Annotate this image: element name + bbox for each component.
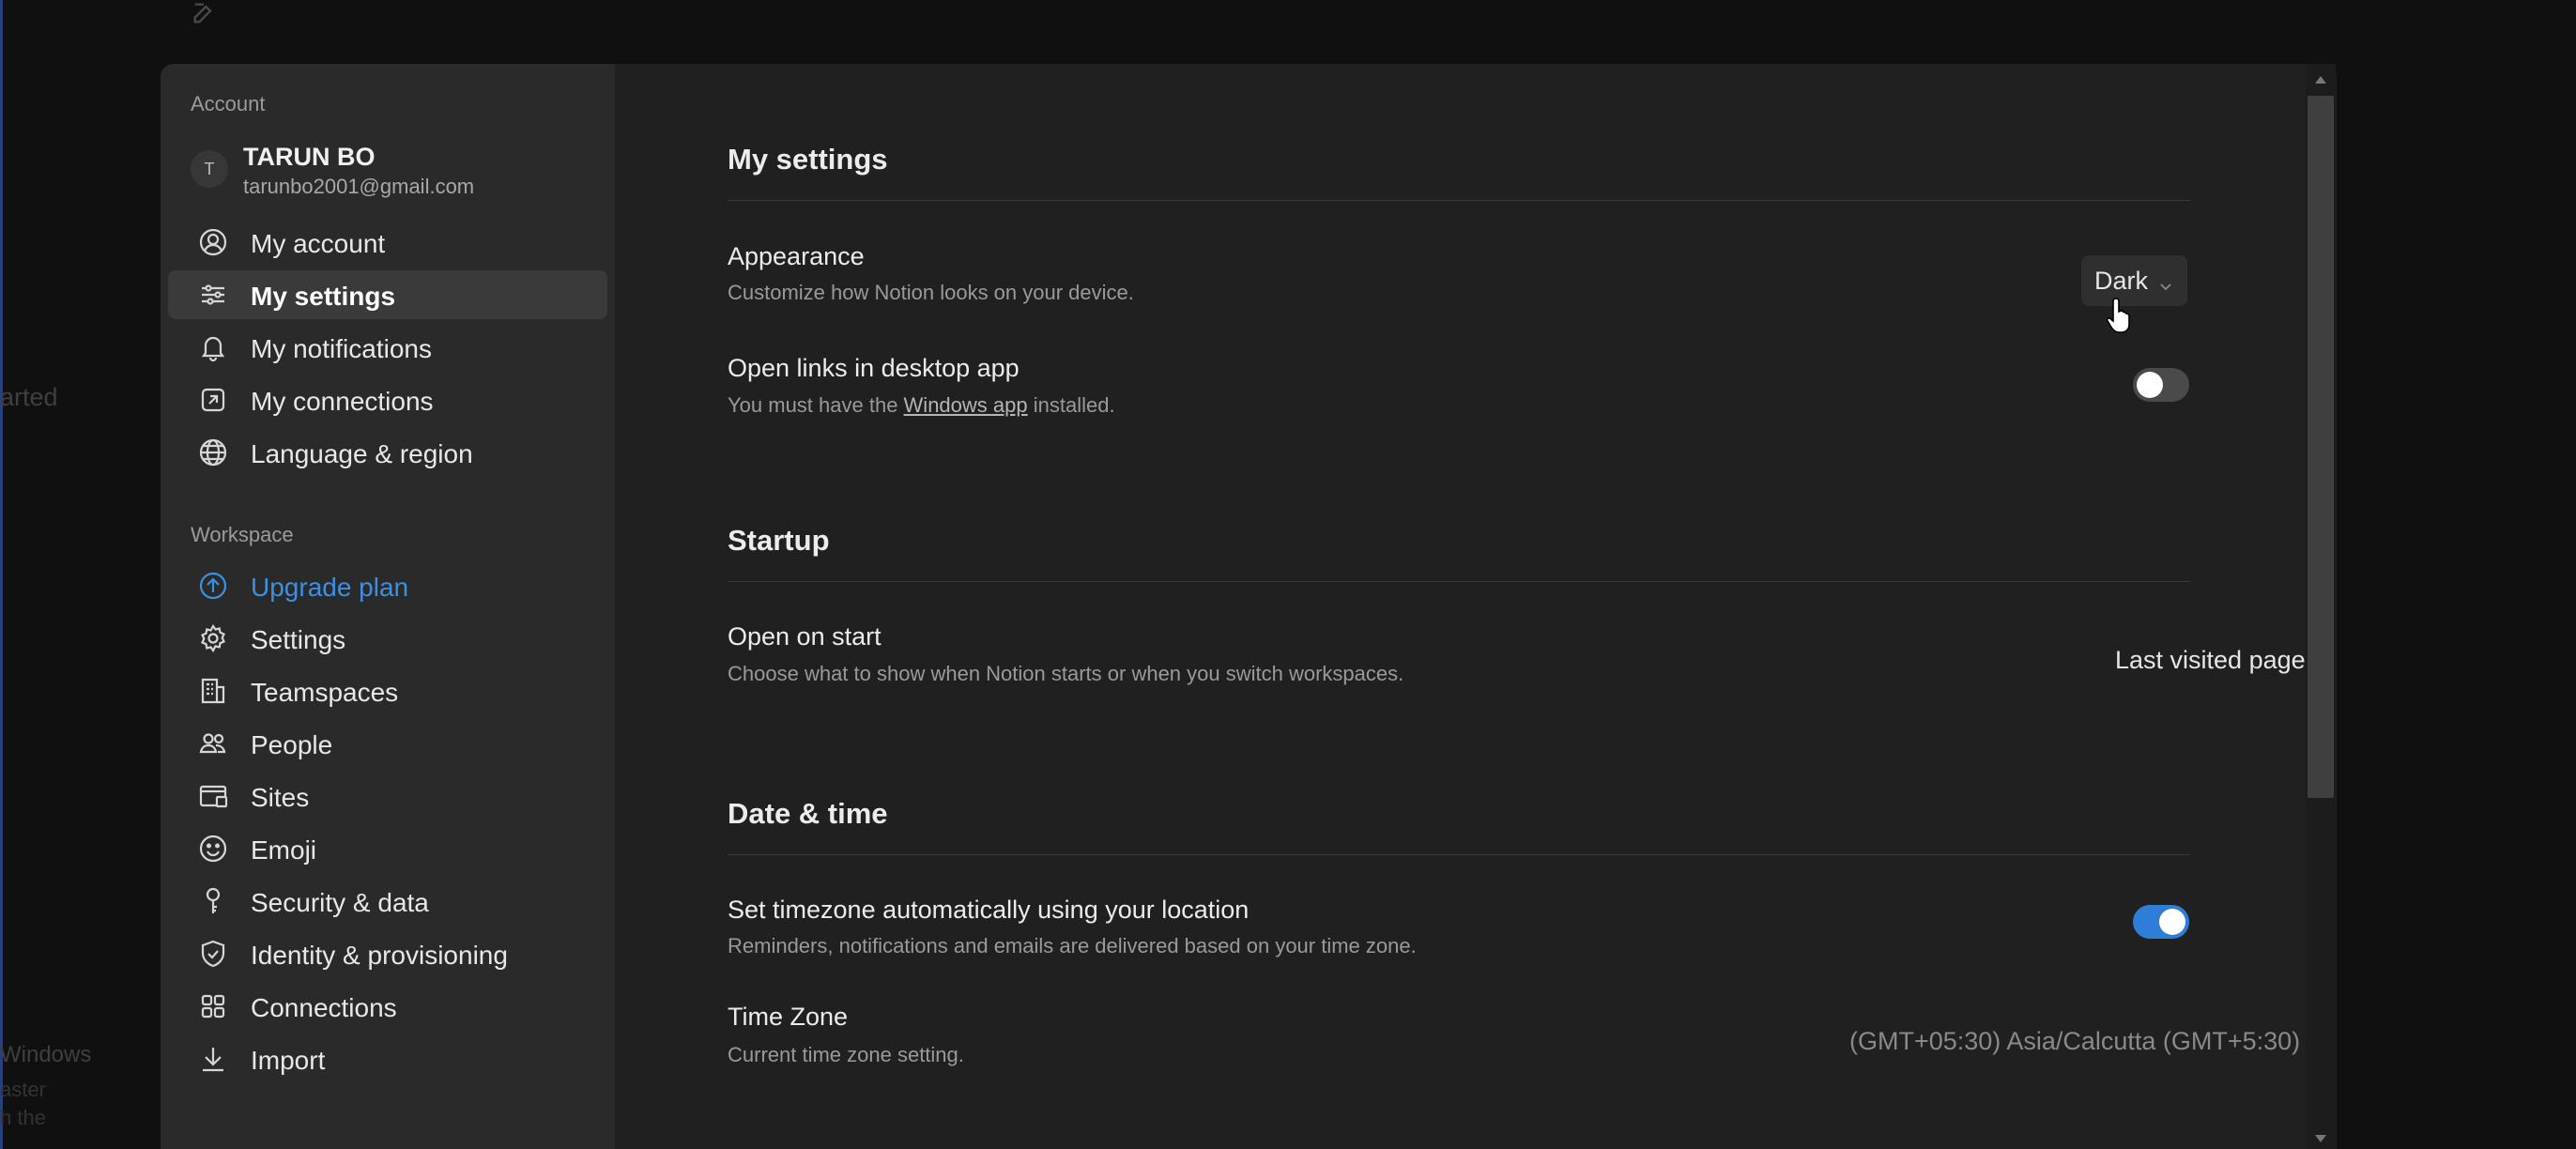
appearance-title: Appearance: [728, 242, 865, 270]
open-on-start-description: Choose what to show when Notion starts o…: [728, 662, 1404, 685]
new-page-icon[interactable]: [188, 0, 220, 26]
scrollbar[interactable]: [2306, 64, 2336, 1149]
sidebar-item-label: My connections: [251, 387, 434, 416]
sidebar-item-label: Upgrade plan: [251, 573, 409, 602]
external-link-icon: [198, 385, 228, 415]
divider: [728, 581, 2190, 582]
sidebar-item-label: Import: [251, 1046, 326, 1075]
sidebar-item-language-region[interactable]: Language & region: [168, 428, 607, 477]
section-title-my-settings: My settings: [728, 143, 888, 176]
key-icon: [198, 886, 228, 916]
open-on-start-value: Last visited page: [2115, 646, 2306, 674]
sidebar-item-label: Connections: [251, 993, 397, 1022]
background-text: h the: [0, 1106, 46, 1129]
sidebar-item-label: People: [251, 730, 333, 759]
sidebar-item-label: Emoji: [251, 835, 317, 865]
windows-app-link[interactable]: Windows app: [904, 393, 1028, 417]
sidebar-item-label: Language & region: [251, 439, 473, 468]
sidebar-item-label: Sites: [251, 783, 310, 812]
appearance-value: Dark: [2094, 266, 2149, 295]
open-links-description: You must have the Windows app installed.: [728, 393, 1115, 417]
sidebar-item-identity-provisioning[interactable]: Identity & provisioning: [168, 929, 607, 978]
sidebar-item-my-notifications[interactable]: My notifications: [168, 323, 607, 372]
bell-icon: [198, 332, 228, 362]
open-on-start-dropdown[interactable]: Last visited page: [2115, 646, 2332, 675]
sidebar-item-people[interactable]: People: [168, 719, 607, 768]
user-circle-icon: [198, 227, 228, 257]
sidebar-item-my-account[interactable]: My account: [168, 218, 607, 267]
auto-timezone-toggle[interactable]: [2133, 905, 2189, 939]
browser-icon: [198, 781, 228, 811]
divider: [728, 200, 2190, 201]
open-on-start-title: Open on start: [728, 622, 882, 651]
toggle-knob: [2159, 909, 2185, 935]
sidebar-item-label: Security & data: [251, 888, 429, 917]
globe-icon: [198, 437, 228, 467]
appearance-description: Customize how Notion looks on your devic…: [728, 281, 1134, 304]
sliders-icon: [198, 280, 228, 310]
sidebar-item-sites[interactable]: Sites: [168, 772, 607, 820]
open-links-toggle[interactable]: [2133, 368, 2189, 402]
download-icon: [198, 1044, 228, 1074]
settings-content: My settings Appearance Customize how Not…: [615, 64, 2337, 1149]
gear-icon: [198, 623, 228, 653]
sidebar-item-upgrade-plan[interactable]: Upgrade plan: [168, 561, 607, 610]
sidebar-item-my-settings[interactable]: My settings: [168, 270, 607, 319]
chevron-down-icon: [2157, 272, 2174, 291]
user-email: tarunbo2001@gmail.com: [243, 175, 475, 198]
account-heading: Account: [191, 92, 266, 115]
time-zone-dropdown[interactable]: (GMT+05:30) Asia/Calcutta (GMT+5:30): [1849, 1027, 2326, 1056]
section-title-date-time: Date & time: [728, 797, 888, 830]
user-name: TARUN BO: [243, 143, 376, 171]
sidebar-item-label: My account: [251, 229, 386, 258]
smile-icon: [198, 834, 228, 864]
window-edge: [0, 0, 3, 1149]
hand-cursor-icon: [2106, 297, 2135, 334]
sidebar-item-security-data[interactable]: Security & data: [168, 877, 607, 926]
sidebar-item-emoji[interactable]: Emoji: [168, 824, 607, 873]
scroll-down-icon[interactable]: [2313, 1132, 2328, 1143]
user-profile: T TARUN BO tarunbo2001@gmail.com: [191, 143, 585, 203]
building-icon: [198, 676, 228, 706]
grid-icon: [198, 991, 228, 1021]
background-text: aster: [0, 1078, 46, 1101]
divider: [728, 854, 2190, 855]
sidebar-item-label: My settings: [251, 282, 396, 311]
avatar: T: [191, 150, 228, 188]
sidebar-item-my-connections[interactable]: My connections: [168, 375, 607, 424]
arrow-up-circle-icon: [198, 571, 228, 601]
workspace-heading: Workspace: [191, 523, 294, 546]
auto-timezone-title: Set timezone automatically using your lo…: [728, 896, 1250, 924]
sidebar-item-import[interactable]: Import: [168, 1034, 607, 1083]
scroll-thumb[interactable]: [2308, 96, 2334, 798]
sidebar-item-connections[interactable]: Connections: [168, 982, 607, 1031]
background-text: Windows: [0, 1042, 92, 1067]
settings-modal: Account T TARUN BO tarunbo2001@gmail.com…: [161, 64, 2337, 1149]
section-title-startup: Startup: [728, 524, 830, 557]
sidebar-item-label: Settings: [251, 625, 346, 654]
time-zone-title: Time Zone: [728, 1003, 849, 1031]
people-icon: [198, 728, 228, 758]
toggle-knob: [2137, 372, 2163, 398]
sidebar-item-label: Identity & provisioning: [251, 941, 508, 970]
sidebar-item-teamspaces[interactable]: Teamspaces: [168, 666, 607, 715]
scroll-up-icon[interactable]: [2313, 73, 2328, 84]
time-zone-value: (GMT+05:30) Asia/Calcutta (GMT+5:30): [1849, 1027, 2301, 1055]
sidebar-item-label: Teamspaces: [251, 678, 399, 707]
shield-icon: [198, 939, 228, 969]
sidebar-item-settings[interactable]: Settings: [168, 614, 607, 663]
settings-sidebar: Account T TARUN BO tarunbo2001@gmail.com…: [161, 64, 615, 1149]
auto-timezone-description: Reminders, notifications and emails are …: [728, 934, 1417, 958]
sidebar-item-label: My notifications: [251, 334, 432, 363]
time-zone-description: Current time zone setting.: [728, 1043, 964, 1066]
background-text: arted: [0, 383, 58, 411]
open-links-title: Open links in desktop app: [728, 354, 1020, 382]
